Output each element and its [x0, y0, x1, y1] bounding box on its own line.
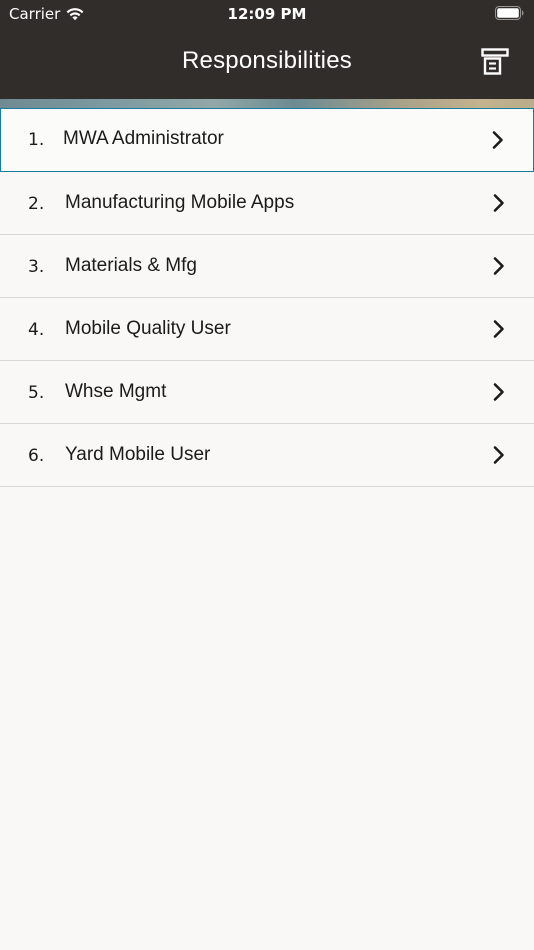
row-label: Mobile Quality User [65, 318, 231, 339]
chevron-right-icon [493, 446, 504, 464]
chevron-right-icon [493, 383, 504, 401]
status-time: 12:09 PM [227, 5, 307, 23]
row-label: Materials & Mfg [65, 255, 197, 276]
chevron-right-icon [493, 257, 504, 275]
responsibility-row-6[interactable]: 6. Yard Mobile User [0, 424, 534, 487]
archive-icon [481, 48, 509, 75]
page-title: Responsibilities [182, 47, 352, 74]
navigation-header: Carrier 12:09 PM Responsibilities [0, 0, 534, 99]
row-label: Manufacturing Mobile Apps [65, 192, 295, 213]
row-number: 1. [28, 130, 45, 150]
row-number: 5. [28, 383, 45, 403]
chevron-right-icon [493, 194, 504, 212]
row-label: Yard Mobile User [65, 444, 211, 465]
chevron-right-icon [492, 131, 503, 149]
responsibility-row-4[interactable]: 4. Mobile Quality User [0, 298, 534, 361]
row-label: MWA Administrator [63, 128, 224, 149]
responsibilities-list: 1. MWA Administrator 2. Manufacturing Mo… [0, 108, 534, 487]
status-bar: Carrier 12:09 PM [0, 0, 534, 28]
responsibility-row-2[interactable]: 2. Manufacturing Mobile Apps [0, 172, 534, 235]
battery-icon [495, 6, 524, 20]
row-number: 6. [28, 446, 45, 466]
row-label: Whse Mgmt [65, 381, 167, 402]
archive-button[interactable] [478, 44, 512, 80]
row-number: 4. [28, 320, 45, 340]
responsibility-row-5[interactable]: 5. Whse Mgmt [0, 361, 534, 424]
chevron-right-icon [493, 320, 504, 338]
responsibility-row-1[interactable]: 1. MWA Administrator [0, 108, 534, 172]
row-number: 2. [28, 194, 45, 214]
row-number: 3. [28, 257, 45, 277]
responsibility-row-3[interactable]: 3. Materials & Mfg [0, 235, 534, 298]
